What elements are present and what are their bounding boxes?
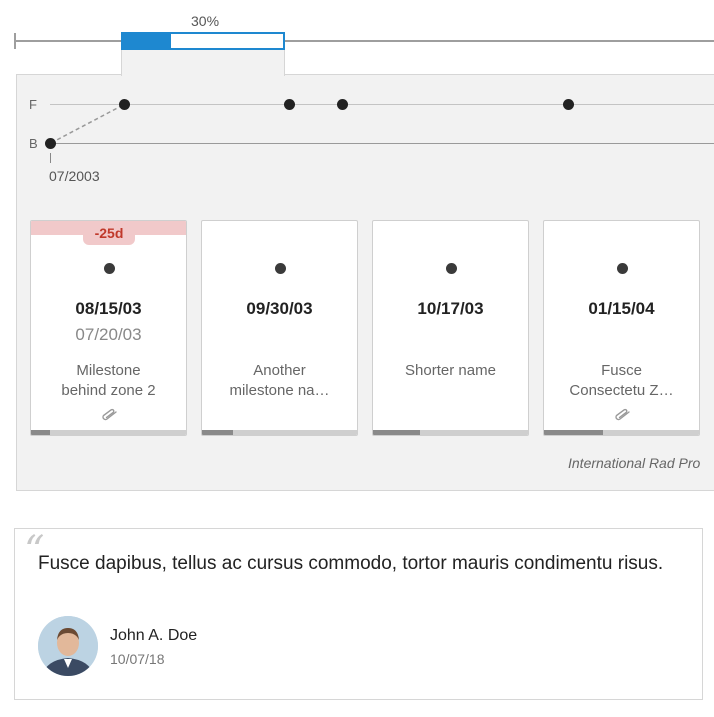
timeline-connector [50, 103, 126, 144]
milestone-progress-bar [31, 430, 186, 435]
milestone-date: 08/15/03 [75, 299, 142, 318]
milestone-dot [446, 263, 457, 274]
milestone-card[interactable]: 09/30/03 Another milestone na… [201, 220, 358, 436]
baseline-start-dot[interactable] [45, 138, 56, 149]
forecast-milestone-dot[interactable] [284, 99, 295, 110]
milestone-name-line1: Fusce [601, 362, 642, 379]
avatar[interactable] [38, 616, 98, 676]
forecast-milestone-dot[interactable] [337, 99, 348, 110]
project-caption: International Rad Pro [568, 455, 701, 471]
quote-date: 10/07/18 [110, 651, 165, 667]
milestone-card[interactable]: -25d 08/15/03 07/20/03 Milestone behind … [30, 220, 187, 436]
milestone-dot [275, 263, 286, 274]
person-avatar-icon [38, 616, 98, 676]
milestone-card[interactable]: 10/17/03 Shorter name [372, 220, 529, 436]
milestone-progress-fill [544, 430, 603, 435]
milestone-original-date: 07/20/03 [75, 325, 142, 344]
late-days-badge: -25d [83, 221, 135, 245]
milestone-name-line2: Consectetu Z… [569, 382, 674, 399]
milestone-name-line2: milestone na… [229, 382, 330, 399]
start-date-tick [50, 153, 51, 163]
milestone-progress-fill [31, 430, 50, 435]
milestone-progress-bar [373, 430, 528, 435]
paperclip-icon[interactable] [101, 408, 119, 422]
milestone-progress-bar [544, 430, 699, 435]
milestone-date: 09/30/03 [246, 299, 313, 318]
forecast-milestone-dot[interactable] [119, 99, 130, 110]
milestone-name-line1: Another [253, 362, 306, 379]
milestone-dot [104, 263, 115, 274]
milestone-progress-fill [373, 430, 420, 435]
quote-author-name: John A. Doe [110, 627, 198, 644]
milestone-name-line1: Shorter name [405, 362, 496, 379]
milestone-date: 01/15/04 [588, 299, 655, 318]
milestone-name-line1: Milestone [76, 362, 141, 379]
milestone-progress-bar [202, 430, 357, 435]
paperclip-icon[interactable] [614, 408, 632, 422]
timeline-start-date: 07/2003 [49, 168, 100, 184]
quote-text: Fusce dapibus, tellus ac cursus commodo,… [38, 553, 664, 574]
milestone-date: 10/17/03 [417, 299, 484, 318]
milestone-dot [617, 263, 628, 274]
milestone-name-line2: behind zone 2 [61, 382, 156, 399]
milestone-progress-fill [202, 430, 233, 435]
milestone-card[interactable]: 01/15/04 Fusce Consectetu Z… [543, 220, 700, 436]
forecast-milestone-dot[interactable] [563, 99, 574, 110]
